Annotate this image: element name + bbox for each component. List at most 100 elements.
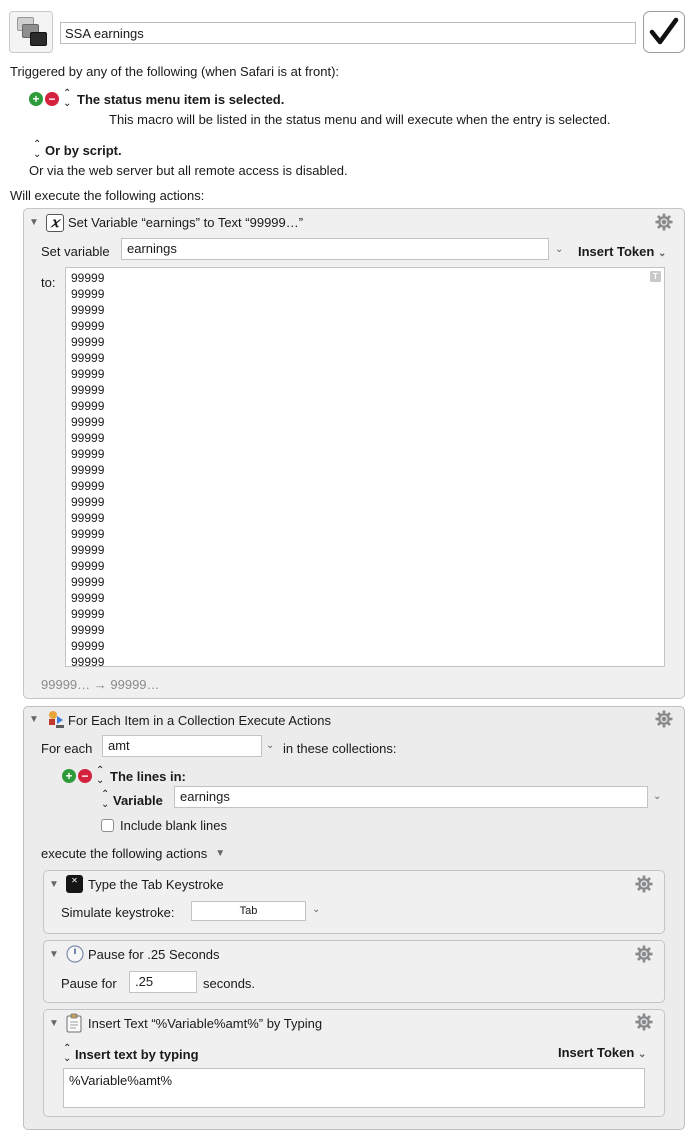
text-token-icon[interactable]: T <box>650 271 661 282</box>
text-line: 99999 <box>71 479 105 493</box>
action-title: Set Variable “earnings” to Text “99999…” <box>68 215 304 230</box>
status-menu-note: This macro will be listed in the status … <box>109 112 611 127</box>
disclosure-triangle-icon[interactable]: ▼ <box>49 1018 59 1029</box>
insert-text-area[interactable]: %Variable%amt% <box>63 1068 645 1108</box>
text-line: 99999 <box>71 351 105 365</box>
keystroke-field[interactable]: Tab <box>191 901 306 921</box>
text-value-area[interactable]: 99999 99999 99999 99999 99999 99999 99999 99999… <box>65 267 665 667</box>
execute-label: execute the following actions <box>41 846 208 861</box>
text-line: 99999 <box>71 559 105 573</box>
insert-token-label: Insert Token <box>558 1045 635 1060</box>
simulate-keystroke-label: Simulate keystroke: <box>61 905 175 920</box>
insert-token-button[interactable]: Insert Token ⌄ <box>578 244 666 259</box>
insert-token-button[interactable]: Insert Token ⌄ <box>558 1045 646 1060</box>
text-line: 99999 <box>71 591 105 605</box>
text-line: 99999 <box>71 639 105 653</box>
text-line: 99999 <box>71 463 105 477</box>
clipboard-icon <box>66 1013 82 1033</box>
macro-icon[interactable] <box>9 11 53 53</box>
collection-type-select[interactable]: The lines in: <box>110 769 186 784</box>
text-line: 99999 <box>71 399 105 413</box>
keyboard-key-icon: ✕ <box>66 875 83 893</box>
insert-token-label: Insert Token <box>578 244 655 259</box>
disclosure-triangle-icon[interactable]: ▼ <box>29 714 39 725</box>
insert-text-action[interactable]: ▼ Insert Text “%Variable%amt%” by Typing <box>43 1009 665 1117</box>
loop-variable-dropdown-icon[interactable]: ⌄ <box>266 740 274 751</box>
text-line: 99999 <box>71 431 105 445</box>
status-menu-trigger[interactable]: The status menu item is selected. <box>77 92 284 107</box>
result-preview: 99999… → 99999… <box>41 677 160 692</box>
checkmark-icon <box>649 17 679 45</box>
add-collection-icon[interactable]: + <box>62 769 76 783</box>
action-title: For Each Item in a Collection Execute Ac… <box>68 713 332 728</box>
chevron-down-icon: ⌄ <box>637 1049 647 1060</box>
add-trigger-icon[interactable]: + <box>29 92 43 106</box>
text-line: 99999 <box>71 415 105 429</box>
actions-heading: Will execute the following actions: <box>10 188 205 203</box>
include-blank-lines-label: Include blank lines <box>120 818 227 833</box>
text-line: 99999 <box>71 335 105 349</box>
source-variable-field[interactable]: earnings <box>174 786 648 808</box>
pause-for-label: Pause for <box>61 976 117 991</box>
gear-icon[interactable] <box>635 945 653 963</box>
to-label: to: <box>41 275 56 290</box>
pause-action[interactable]: ▼ Pause for .25 Seconds Pause for .25 se… <box>43 940 665 1003</box>
insert-mode-select[interactable]: Insert text by typing <box>75 1047 199 1062</box>
source-type-select[interactable]: Variable <box>113 793 163 808</box>
source-variable-dropdown-icon[interactable]: ⌄ <box>653 791 661 802</box>
text-line: 99999 <box>71 271 105 285</box>
text-line: 99999 <box>71 383 105 397</box>
disclosure-triangle-icon[interactable]: ▼ <box>29 217 39 228</box>
macro-enabled-checkbox[interactable] <box>643 11 685 53</box>
remove-trigger-icon[interactable]: − <box>45 92 59 106</box>
gear-icon[interactable] <box>635 1013 653 1031</box>
text-lines: 99999 99999 99999 99999 99999 99999 99999 99999… <box>71 270 659 667</box>
disclosure-triangle-icon[interactable]: ▼ <box>49 879 59 890</box>
action-title: Type the Tab Keystroke <box>88 877 224 892</box>
clock-icon <box>66 945 84 963</box>
set-variable-label: Set variable <box>41 244 110 259</box>
disclosure-triangle-icon[interactable]: ▼ <box>49 949 59 960</box>
action-title: Pause for .25 Seconds <box>88 947 220 962</box>
for-each-label: For each <box>41 741 93 756</box>
text-line: 99999 <box>71 575 105 589</box>
execute-dropdown-icon[interactable]: ▼ <box>215 848 225 859</box>
text-line: 99999 <box>71 319 105 333</box>
updown-chevron-icon[interactable]: ⌃ ⌄ <box>63 1044 73 1064</box>
web-server-note: Or via the web server but all remote acc… <box>29 163 348 178</box>
include-blank-lines-checkbox[interactable] <box>101 819 114 832</box>
text-line: 99999 <box>71 447 105 461</box>
gear-icon[interactable] <box>655 213 673 231</box>
loop-variable-field[interactable]: amt <box>102 735 262 757</box>
variable-dropdown-chevron-icon[interactable]: ⌄ <box>555 244 563 255</box>
text-line: 99999 <box>71 527 105 541</box>
seconds-label: seconds. <box>203 976 256 991</box>
text-line: 99999 <box>71 287 105 301</box>
variable-name-field[interactable]: earnings <box>121 238 549 260</box>
seconds-field[interactable]: .25 <box>129 971 197 993</box>
text-line: 99999 <box>71 303 105 317</box>
text-line: 99999 <box>71 367 105 381</box>
text-line: 99999 <box>71 543 105 557</box>
remove-collection-icon[interactable]: − <box>78 769 92 783</box>
script-trigger[interactable]: Or by script. <box>45 143 122 158</box>
updown-chevron-icon[interactable]: ⌃ ⌄ <box>96 766 106 786</box>
text-line: 99999 <box>71 495 105 509</box>
updown-chevron-icon[interactable]: ⌃ ⌄ <box>33 140 43 160</box>
set-variable-action[interactable]: ▼ 𝑥 Set Variable “earnings” to Text “999… <box>23 208 685 699</box>
triggers-heading: Triggered by any of the following (when … <box>10 64 340 79</box>
for-each-action[interactable]: ▼ For Each Item in a Collection Execute … <box>23 706 685 1130</box>
text-line: 99999 <box>71 655 105 667</box>
updown-chevron-icon[interactable]: ⌃ ⌄ <box>101 790 111 810</box>
keystroke-dropdown-icon[interactable]: ⌄ <box>312 904 320 915</box>
macro-name-field[interactable]: SSA earnings <box>60 22 636 44</box>
for-each-icon <box>49 711 64 728</box>
chevron-down-icon: ⌄ <box>657 248 667 259</box>
in-collections-label: in these collections: <box>283 741 397 756</box>
text-line: 99999 <box>71 623 105 637</box>
gear-icon[interactable] <box>635 875 653 893</box>
type-keystroke-action[interactable]: ▼ ✕ Type the Tab Keystroke Simulate keys… <box>43 870 665 934</box>
updown-chevron-icon[interactable]: ⌃ ⌄ <box>63 89 73 109</box>
text-line: 99999 <box>71 607 105 621</box>
gear-icon[interactable] <box>655 710 673 728</box>
